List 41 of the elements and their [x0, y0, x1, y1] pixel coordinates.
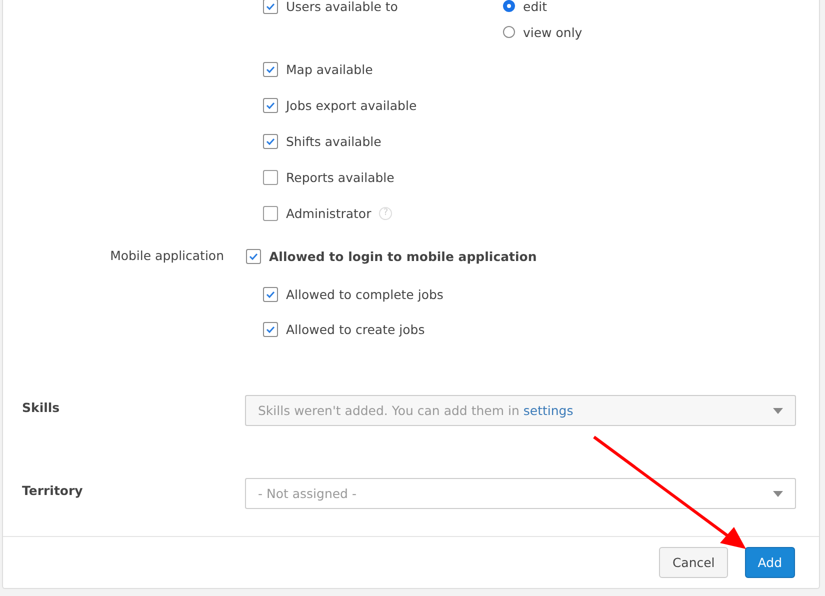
settings-link[interactable]: settings — [523, 403, 574, 418]
caret-icon — [773, 408, 783, 414]
check-icon — [265, 288, 276, 300]
check-icon — [265, 136, 276, 146]
select-value: - Not assigned - — [258, 486, 356, 501]
radio-button[interactable] — [503, 0, 515, 12]
radio-label: view only — [523, 24, 582, 40]
checkbox[interactable] — [263, 322, 278, 336]
checkbox-label: Shifts available — [286, 134, 382, 148]
checkbox[interactable] — [263, 0, 278, 14]
checkbox-label: Jobs export available — [286, 98, 417, 112]
territory-select[interactable]: - Not assigned - — [245, 478, 796, 509]
checkbox-label: Allowed to complete jobs — [286, 286, 444, 302]
checkbox[interactable] — [263, 206, 278, 220]
caret-icon — [773, 490, 783, 496]
checkbox[interactable] — [263, 170, 278, 184]
checkbox-label: Reports available — [286, 170, 394, 184]
radio-button[interactable] — [503, 26, 515, 38]
checkbox-label: Allowed to login to mobile application — [269, 248, 537, 264]
check-icon — [265, 0, 276, 12]
checkbox[interactable] — [263, 134, 278, 148]
check-icon — [265, 100, 276, 110]
cancel-button[interactable]: Cancel — [659, 547, 728, 578]
section-label: Mobile application — [109, 247, 224, 265]
check-icon — [265, 324, 276, 334]
checkbox-label: Administrator — [286, 206, 372, 220]
field-label: Skills — [22, 400, 61, 417]
check-icon — [265, 64, 276, 74]
checkbox-label: Allowed to create jobs — [286, 322, 425, 336]
checkbox-label: Users available to — [286, 0, 398, 14]
checkbox[interactable] — [263, 286, 278, 302]
field-label: Territory — [22, 483, 84, 500]
checkbox[interactable] — [263, 98, 278, 112]
checkbox-label: Map available — [286, 62, 373, 76]
checkbox[interactable] — [263, 62, 278, 76]
skills-select[interactable]: Skills weren't added. You can add them in settings — [245, 395, 796, 426]
select-notice: Skills weren't added. You can add them in settings — [258, 403, 574, 418]
check-icon — [248, 250, 259, 262]
add-button[interactable]: Add — [744, 547, 795, 578]
radio-label: edit — [523, 0, 547, 14]
checkbox[interactable] — [246, 248, 261, 264]
